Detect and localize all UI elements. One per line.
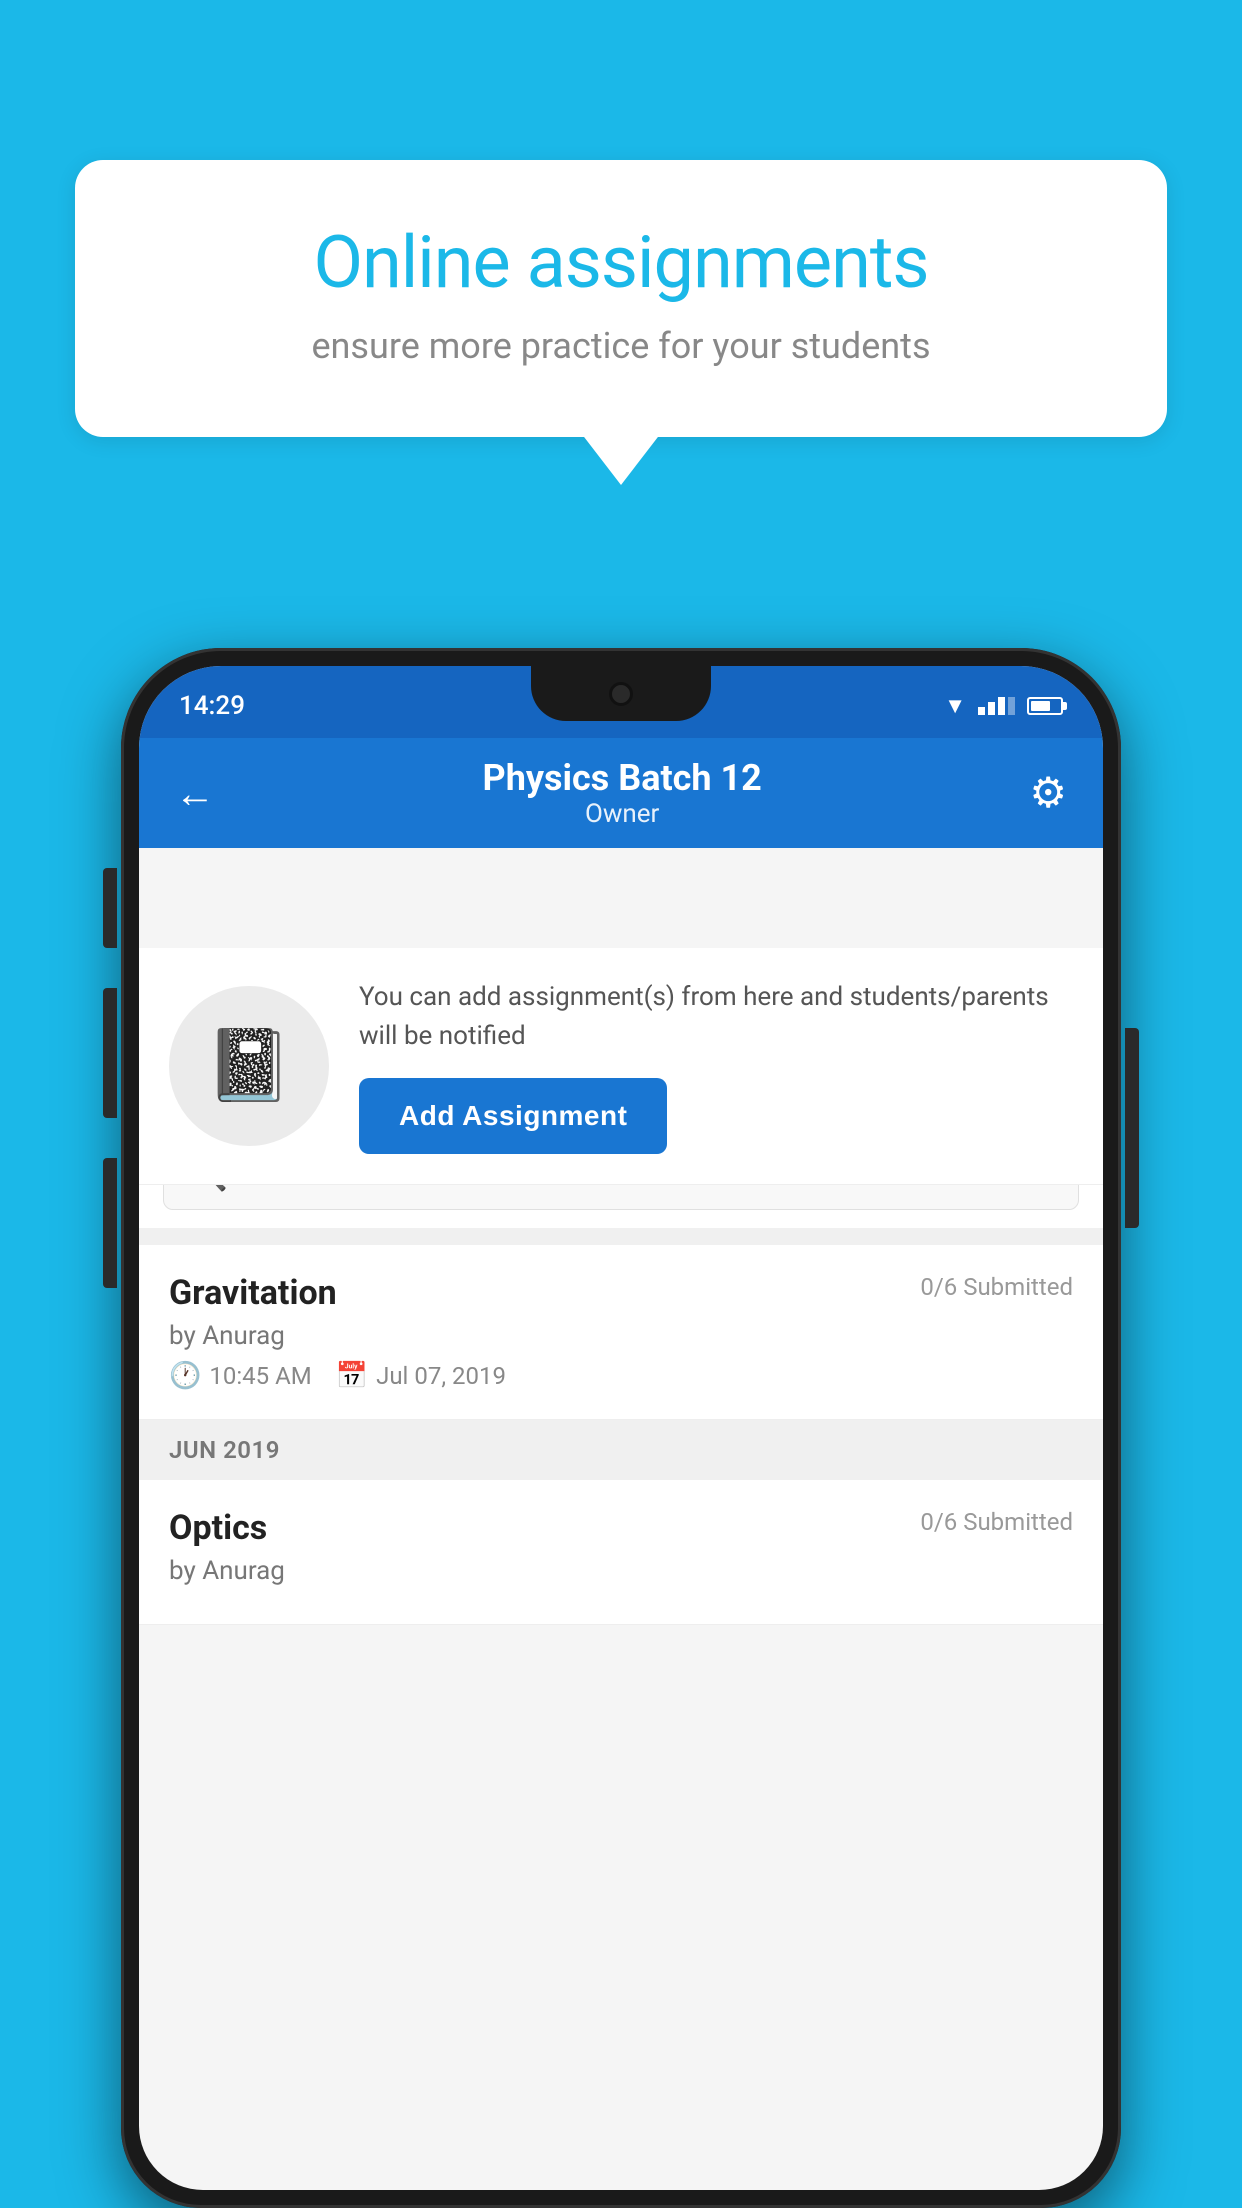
status-time: 14:29 bbox=[179, 683, 245, 721]
header-title: Physics Batch 12 bbox=[483, 757, 762, 799]
assignment-time-gravitation: 🕐 10:45 AM bbox=[169, 1361, 312, 1391]
assignment-gravitation[interactable]: Gravitation 0/6 Submitted by Anurag 🕐 10… bbox=[139, 1245, 1103, 1420]
phone-right-button bbox=[1125, 1028, 1139, 1228]
battery-fill bbox=[1031, 701, 1050, 711]
info-card: 📓 You can add assignment(s) from here an… bbox=[139, 948, 1103, 1185]
speech-bubble-title: Online assignments bbox=[145, 220, 1097, 305]
phone-volume-up-button bbox=[103, 988, 117, 1118]
assignment-icon-circle: 📓 bbox=[169, 986, 329, 1146]
submitted-badge-optics: 0/6 Submitted bbox=[920, 1508, 1073, 1536]
speech-bubble-container: Online assignments ensure more practice … bbox=[75, 160, 1167, 437]
phone-container: 14:29 ▼ bbox=[121, 648, 1121, 2208]
header-title-group: Physics Batch 12 Owner bbox=[483, 757, 762, 829]
assignment-title-optics: Optics bbox=[169, 1508, 267, 1548]
assignment-meta-gravitation: 🕐 10:45 AM 📅 Jul 07, 2019 bbox=[169, 1361, 1073, 1391]
phone-screen: 14:29 ▼ bbox=[139, 666, 1103, 2190]
speech-bubble: Online assignments ensure more practice … bbox=[75, 160, 1167, 437]
phone-outer: 14:29 ▼ bbox=[121, 648, 1121, 2208]
signal-bar-2 bbox=[988, 702, 995, 715]
header-subtitle: Owner bbox=[483, 799, 762, 829]
content-area: IEW STUDENTS ASSIGNMENTS ANNOUNCEMEN bbox=[139, 848, 1103, 2190]
assignment-item-header: Gravitation 0/6 Submitted bbox=[169, 1273, 1073, 1313]
signal-bar-4 bbox=[1008, 697, 1015, 715]
scroll-content: IEW STUDENTS ASSIGNMENTS ANNOUNCEMEN bbox=[139, 848, 1103, 1625]
front-camera bbox=[609, 682, 633, 706]
signal-bars-icon bbox=[978, 697, 1015, 715]
back-button[interactable]: ← bbox=[175, 770, 215, 817]
info-card-right: You can add assignment(s) from here and … bbox=[359, 978, 1073, 1154]
signal-bar-3 bbox=[998, 697, 1005, 715]
wifi-icon: ▼ bbox=[944, 693, 966, 719]
clock-icon: 🕐 bbox=[169, 1361, 201, 1391]
section-jun-2019: JUN 2019 Optics 0/6 Submitted by Anurag bbox=[139, 1420, 1103, 1625]
assignment-item-header-optics: Optics 0/6 Submitted bbox=[169, 1508, 1073, 1548]
battery-icon bbox=[1027, 697, 1063, 715]
phone-power-button bbox=[103, 868, 117, 948]
phone-volume-down-button bbox=[103, 1158, 117, 1288]
notebook-icon: 📓 bbox=[205, 1025, 292, 1107]
speech-bubble-subtitle: ensure more practice for your students bbox=[145, 325, 1097, 367]
signal-bar-1 bbox=[978, 707, 985, 715]
assignment-date-gravitation: 📅 Jul 07, 2019 bbox=[336, 1361, 506, 1391]
assignment-title-gravitation: Gravitation bbox=[169, 1273, 337, 1313]
status-icons: ▼ bbox=[944, 685, 1063, 719]
add-assignment-button[interactable]: Add Assignment bbox=[359, 1078, 667, 1154]
assignment-author-gravitation: by Anurag bbox=[169, 1321, 1073, 1351]
section-header-jun: JUN 2019 bbox=[139, 1420, 1103, 1480]
assignment-author-optics: by Anurag bbox=[169, 1556, 1073, 1586]
assignment-optics[interactable]: Optics 0/6 Submitted by Anurag bbox=[139, 1480, 1103, 1625]
phone-notch bbox=[531, 666, 711, 721]
info-card-text: You can add assignment(s) from here and … bbox=[359, 978, 1073, 1056]
app-header: ← Physics Batch 12 Owner ⚙ bbox=[139, 738, 1103, 848]
settings-icon[interactable]: ⚙ bbox=[1029, 768, 1067, 818]
submitted-badge-gravitation: 0/6 Submitted bbox=[920, 1273, 1073, 1301]
calendar-icon: 📅 bbox=[336, 1361, 368, 1391]
